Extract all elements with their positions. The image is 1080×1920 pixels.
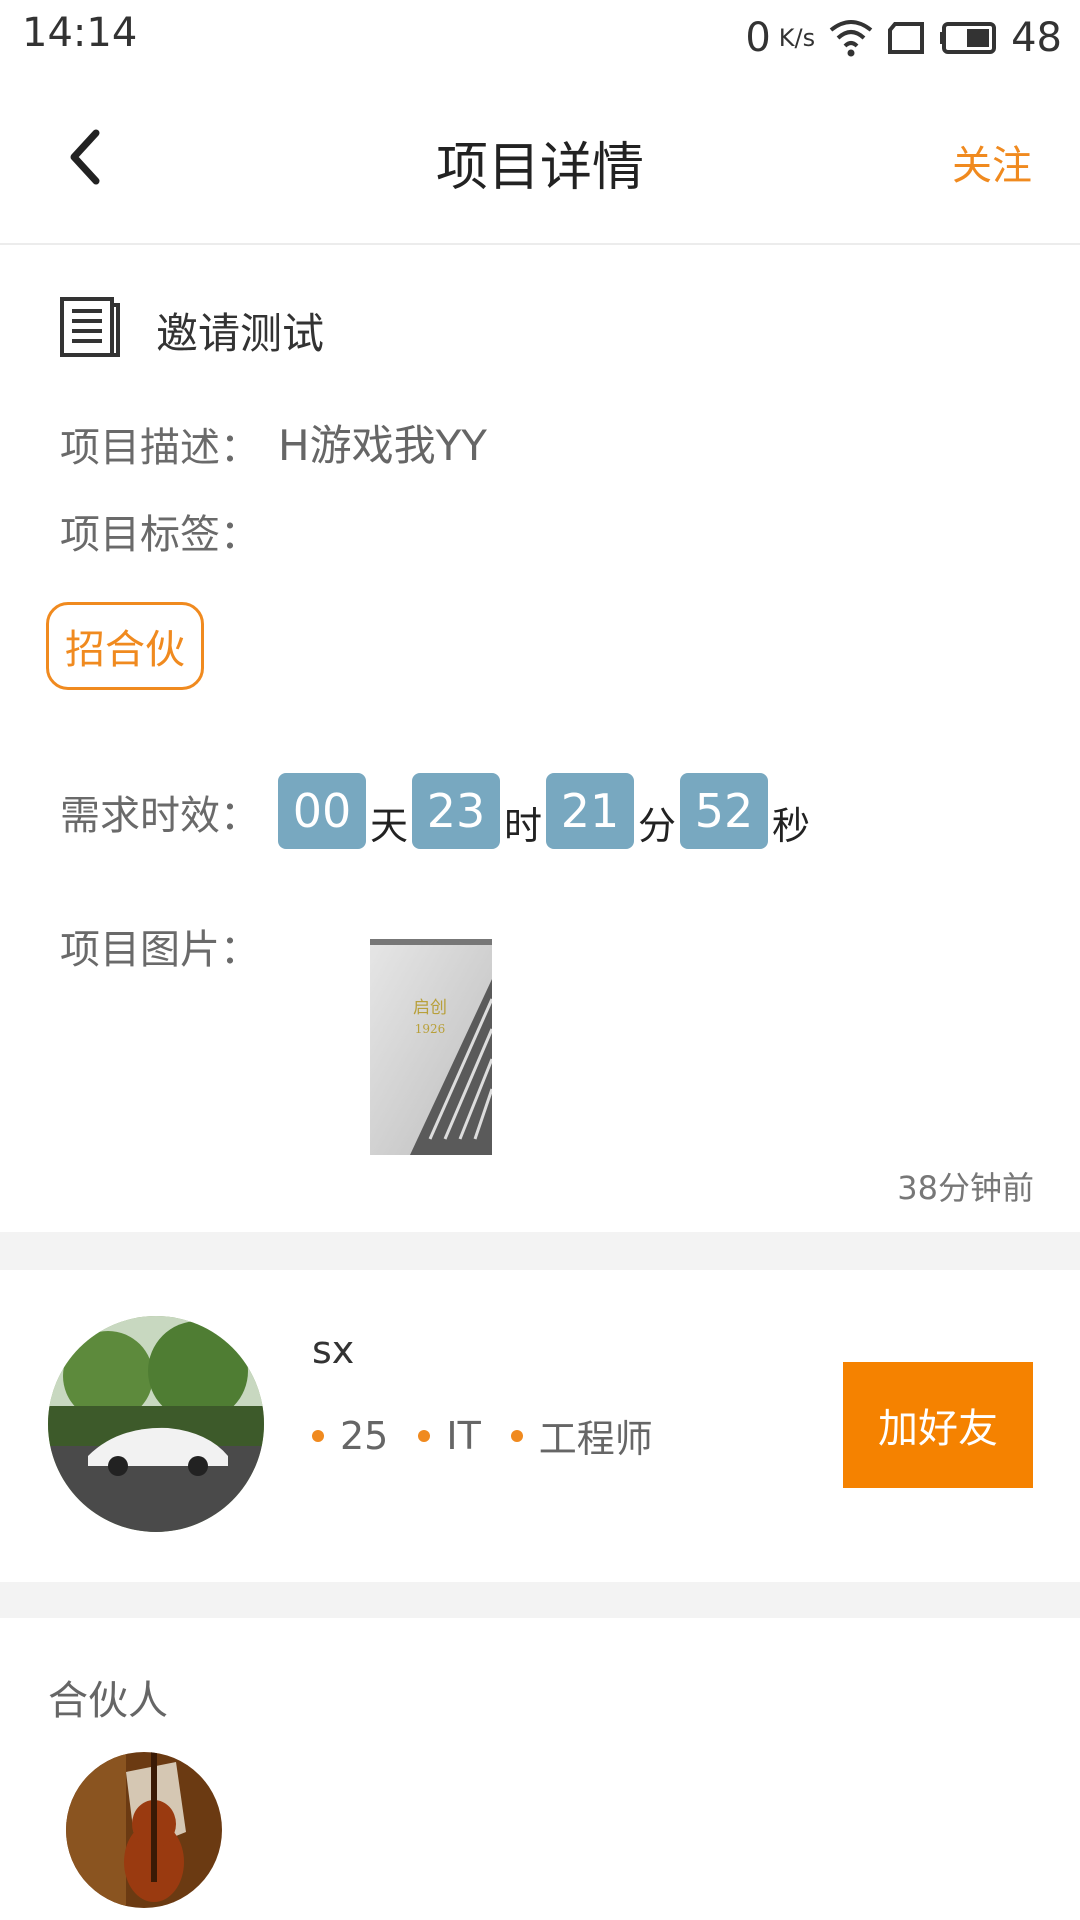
net-speed-unit: K/s [778,24,816,52]
document-icon [60,297,120,357]
net-speed-value: 0 [745,15,771,61]
timer-seconds-unit: 秒 [772,804,811,848]
user-avatar[interactable] [48,1316,264,1532]
posted-time: 38分钟前 [897,1169,1034,1207]
timer-hours-unit: 时 [504,804,543,848]
bullet-dot [418,1429,431,1442]
partner-avatar[interactable] [66,1752,222,1908]
user-job: 工程师 [538,1417,653,1461]
battery-level: 48 [1011,15,1062,61]
status-icons: 0 K/s 48 [745,10,1062,66]
image-title-text: 启创 [413,998,447,1018]
app-header: 项目详情 关注 [0,75,1080,245]
image-year-text: 1926 [415,1022,446,1036]
status-time: 14:14 [22,10,138,56]
countdown-timer: 00 天 23 时 21 分 52 秒 [278,773,814,849]
timer-minutes-unit: 分 [638,804,677,848]
user-job-tag: 工程师 [510,1408,653,1463]
timer-minutes: 21 [546,773,635,849]
timer-seconds: 52 [680,773,769,849]
section-divider [0,1232,1080,1270]
timer-days-unit: 天 [370,804,409,848]
battery-icon [940,22,997,54]
user-age: 25 [340,1413,389,1458]
tags-label: 项目标签： [60,512,260,558]
timer-hours: 23 [412,773,501,849]
bullet-dot [510,1429,523,1442]
partners-title: 合伙人 [48,1678,168,1724]
page-title: 项目详情 [435,138,644,198]
timer-days: 00 [278,773,366,849]
user-industry: IT [446,1413,481,1458]
project-name: 邀请测试 [156,309,325,358]
timer-label: 需求时效： [60,793,260,839]
wifi-icon [829,20,873,57]
user-name: sx [312,1328,355,1372]
images-label: 项目图片： [60,927,260,973]
violin-photo-icon [66,1752,222,1908]
user-industry-tag: IT [418,1413,481,1458]
description-value: H游戏我YY [278,421,487,470]
project-tag: 招合伙 [46,602,204,690]
section-divider [0,1582,1080,1618]
description-label: 项目描述： [60,425,260,471]
user-age-tag: 25 [312,1414,388,1458]
status-bar: 14:14 0 K/s 48 [0,0,1080,75]
add-friend-button[interactable]: 加好友 [843,1362,1033,1488]
follow-button[interactable]: 关注 [952,133,1032,191]
bullet-dot [312,1429,324,1442]
car-photo-icon [48,1316,264,1532]
sim-card-icon [888,22,925,54]
user-tags: 25 IT 工程师 [312,1408,653,1463]
project-image[interactable]: 启创 1926 [370,939,492,1155]
